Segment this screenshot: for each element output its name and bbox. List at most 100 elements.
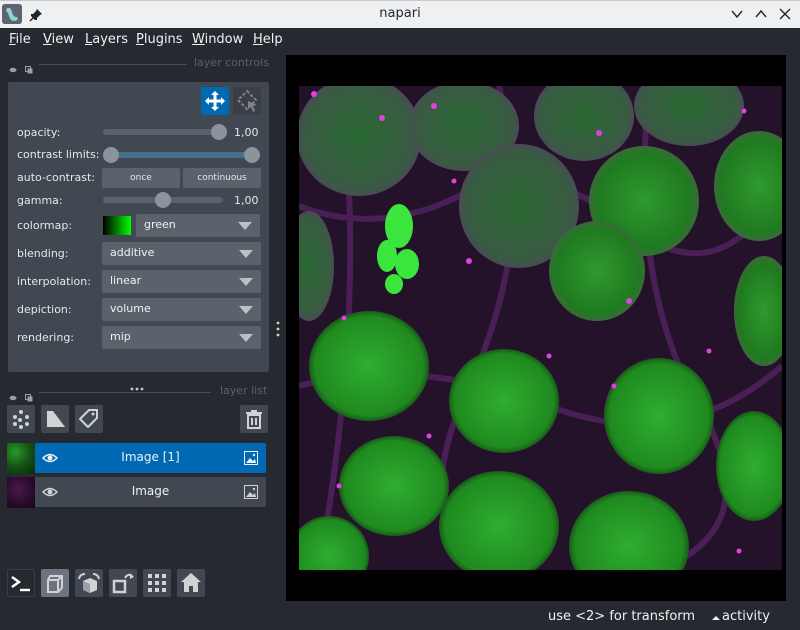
blending-label: blending:	[17, 247, 69, 260]
colormap-label: colormap:	[17, 219, 73, 232]
colormap-value: green	[144, 218, 176, 231]
roll-cube-icon	[78, 573, 100, 593]
gamma-label: gamma:	[17, 194, 63, 207]
dropdown-arrow-icon	[239, 278, 253, 286]
viewer-canvas[interactable]	[286, 55, 786, 601]
menu-label: iew	[51, 32, 74, 47]
menu-file[interactable]: File	[9, 32, 31, 47]
console-button[interactable]	[7, 569, 35, 597]
layer-item-body[interactable]: Image [1]	[35, 443, 266, 473]
delete-layer-button[interactable]	[240, 405, 268, 433]
interpolation-combobox[interactable]: linear	[102, 270, 261, 293]
grid-view-button[interactable]	[143, 569, 171, 597]
menu-window[interactable]: Window	[192, 32, 243, 47]
new-labels-layer-button[interactable]	[75, 405, 103, 433]
title-bar: napari	[0, 0, 800, 28]
minimize-button[interactable]	[729, 6, 745, 22]
menu-bar: File View Layers Plugins Window Help	[0, 28, 800, 52]
interpolation-label: interpolation:	[17, 275, 91, 288]
menu-layers[interactable]: Layers	[85, 32, 128, 47]
menu-label: indow	[204, 32, 244, 47]
layer-thumbnail	[7, 443, 35, 474]
microscopy-image	[299, 86, 782, 570]
roll-dimensions-button[interactable]	[75, 569, 103, 597]
trash-icon	[246, 410, 262, 429]
dock-title-label: layer list	[220, 384, 268, 397]
layer-controls-panel: opacity: 1,00 contrast limits: auto-cont…	[8, 82, 269, 372]
menu-mnemonic: W	[192, 32, 205, 47]
chevron-down-icon	[731, 10, 743, 19]
layer-item-body[interactable]: Image	[35, 477, 266, 507]
auto-contrast-label: auto-contrast:	[17, 171, 96, 184]
hide-dock-icon[interactable]	[9, 387, 17, 401]
dropdown-arrow-icon	[239, 334, 253, 342]
auto-contrast-continuous-button[interactable]: continuous	[183, 168, 261, 188]
chevron-up-icon	[755, 9, 767, 18]
opacity-label: opacity:	[17, 126, 61, 139]
opacity-slider[interactable]	[103, 129, 223, 135]
opacity-value: 1,00	[234, 126, 259, 139]
menu-mnemonic: H	[253, 32, 263, 47]
status-bar: use <2> for transform activity	[0, 604, 800, 630]
reset-view-button[interactable]	[177, 569, 205, 597]
main-splitter-handle[interactable]	[276, 320, 280, 338]
depiction-combobox[interactable]: volume	[102, 298, 261, 321]
terminal-icon	[11, 576, 30, 592]
dropdown-arrow-icon	[239, 250, 253, 258]
transpose-icon	[112, 573, 134, 594]
blending-combobox[interactable]: additive	[102, 242, 261, 265]
depiction-value: volume	[110, 302, 151, 315]
menu-label: elp	[262, 32, 283, 47]
chevron-up-icon[interactable]	[712, 616, 720, 620]
transform-button[interactable]	[233, 87, 261, 115]
gamma-slider-handle[interactable]	[155, 192, 171, 208]
contrast-min-handle[interactable]	[103, 147, 119, 163]
float-dock-icon[interactable]	[25, 59, 33, 74]
rendering-combobox[interactable]: mip	[102, 326, 261, 349]
colormap-swatch[interactable]	[103, 216, 131, 235]
layer-name: Image	[131, 484, 170, 498]
points-icon	[13, 410, 29, 429]
auto-contrast-once-button[interactable]: once	[102, 168, 180, 188]
select-transform-icon	[236, 89, 258, 112]
menu-help[interactable]: Help	[253, 32, 283, 47]
menu-mnemonic: V	[43, 32, 52, 47]
opacity-slider-handle[interactable]	[211, 124, 227, 140]
dropdown-arrow-icon	[239, 306, 253, 314]
dock-title-label: layer controls	[194, 56, 269, 69]
toggle-ndisplay-button[interactable]	[41, 569, 69, 597]
contrast-max-handle[interactable]	[244, 147, 260, 163]
hide-dock-icon[interactable]	[9, 59, 17, 73]
contrast-limits-slider[interactable]	[111, 152, 251, 158]
gamma-value: 1,00	[234, 194, 259, 207]
layer-item-image[interactable]: Image	[7, 477, 266, 508]
new-shapes-layer-button[interactable]	[41, 405, 69, 433]
move-arrows-icon	[205, 91, 225, 111]
activity-button[interactable]: activity	[722, 609, 770, 624]
menu-label: ile	[15, 32, 31, 47]
menu-plugins[interactable]: Plugins	[136, 32, 183, 47]
float-dock-icon[interactable]	[25, 387, 33, 402]
pan-zoom-button[interactable]	[201, 87, 229, 115]
layer-name: Image [1]	[121, 450, 180, 464]
maximize-button[interactable]	[753, 6, 769, 22]
layer-list-dock-title: layer list	[0, 384, 270, 402]
shapes-icon	[47, 411, 65, 427]
cube-3d-icon	[47, 575, 63, 593]
layer-controls-dock-title: layer controls	[0, 56, 270, 74]
layer-item-image-1[interactable]: Image [1]	[7, 443, 266, 474]
image-layer-type-icon	[244, 451, 258, 465]
dock-title-divider	[39, 392, 211, 393]
new-points-layer-button[interactable]	[7, 405, 35, 433]
dock-splitter-handle[interactable]	[130, 376, 144, 391]
menu-view[interactable]: View	[43, 32, 74, 47]
close-button[interactable]	[777, 6, 793, 22]
transpose-dimensions-button[interactable]	[109, 569, 137, 597]
image-layer-type-icon	[244, 485, 258, 499]
depiction-label: depiction:	[17, 303, 72, 316]
colormap-combobox[interactable]: green	[136, 214, 260, 237]
home-icon	[181, 573, 201, 592]
status-hint: use <2> for transform	[548, 609, 696, 624]
blending-value: additive	[110, 246, 155, 259]
dock-title-divider	[39, 64, 187, 65]
